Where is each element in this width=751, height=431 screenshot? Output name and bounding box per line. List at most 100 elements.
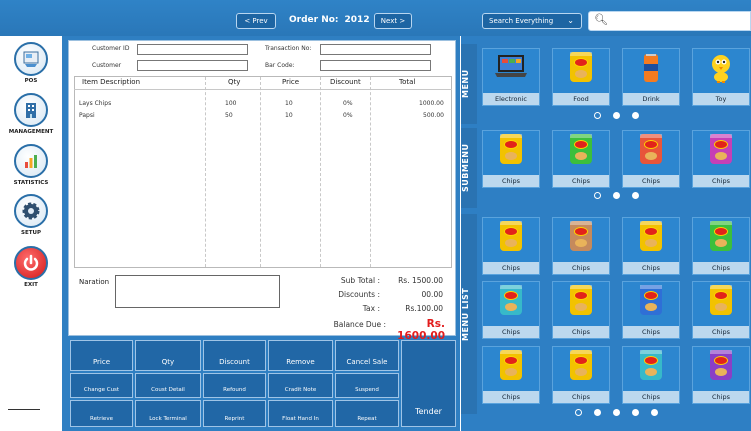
menu-list-tile[interactable]: Chips — [482, 281, 540, 339]
menu-tile-label: Drink — [623, 93, 679, 105]
remove-button[interactable]: Remove — [268, 340, 333, 371]
sidebar-item-statistics[interactable]: STATISTICS — [0, 144, 62, 186]
credit-note-button[interactable]: Cradit Note — [268, 373, 333, 398]
top-bar: < Prev Order No: 2012 Next > Search Every… — [0, 0, 751, 36]
submenu-tile-label: Chips — [553, 175, 609, 187]
toy-bird-icon — [706, 52, 736, 86]
menu-list-tile-label: Chips — [693, 326, 749, 338]
header-price: Price — [282, 78, 300, 86]
sidebar-item-label: STATISTICS — [13, 180, 49, 186]
pager-dot[interactable] — [594, 112, 601, 119]
search-scope-select[interactable]: Search Everything ⌄ — [482, 13, 582, 29]
lock-terminal-button[interactable]: Lock Terminal — [135, 400, 201, 427]
menu-list-tile[interactable]: Chips — [482, 217, 540, 275]
retrieve-button[interactable]: Retrieve — [70, 400, 133, 427]
menu-list-tile-label: Chips — [553, 262, 609, 274]
menu-list-tile[interactable]: Chips — [692, 346, 750, 404]
submenu-tile[interactable]: Chips — [552, 130, 610, 188]
menu-list-tile[interactable]: Chips — [552, 281, 610, 339]
search-input[interactable]: 🔍︎ — [588, 11, 751, 31]
menu-section-tag: MENU — [461, 44, 477, 124]
menu-list-tile[interactable]: Chips — [692, 281, 750, 339]
coust-detail-button[interactable]: Coust Detail — [135, 373, 201, 398]
pager-dot[interactable] — [613, 112, 620, 119]
sidebar-item-exit[interactable]: EXIT — [0, 246, 62, 288]
item-total: 1000.00 — [419, 100, 444, 107]
menu-list-tile-label: Chips — [623, 391, 679, 403]
menu-list-tile-label: Chips — [483, 326, 539, 338]
change-cust-button[interactable]: Change Cust — [70, 373, 133, 398]
chips-bag-icon — [500, 134, 522, 164]
pager-dot[interactable] — [613, 192, 620, 199]
price-button[interactable]: Price — [70, 340, 133, 371]
tax-value: Rs.100.00 — [405, 304, 443, 313]
customer-field[interactable] — [137, 60, 248, 71]
item-price: 10 — [285, 112, 293, 119]
float-hand-in-button[interactable]: Float Hand In — [268, 400, 333, 427]
pager-dot[interactable] — [594, 409, 601, 416]
chips-bag-icon — [710, 285, 732, 315]
pager-dot[interactable] — [651, 409, 658, 416]
building-icon — [14, 93, 48, 127]
submenu-tile[interactable]: Chips — [482, 130, 540, 188]
submenu-tile-label: Chips — [483, 175, 539, 187]
barcode-field[interactable] — [320, 60, 431, 71]
transaction-field[interactable] — [320, 44, 431, 55]
menu-tile-drink[interactable]: Drink — [622, 48, 680, 106]
menu-tile-electronic[interactable]: Electronic — [482, 48, 540, 106]
item-price: 10 — [285, 100, 293, 107]
suspend-button[interactable]: Suspend — [335, 373, 399, 398]
menu-list-tile-label: Chips — [553, 391, 609, 403]
submenu-tile[interactable]: Chips — [622, 130, 680, 188]
chevron-down-icon: ⌄ — [567, 16, 574, 25]
sidebar-item-setup[interactable]: SETUP — [0, 194, 62, 236]
chips-bag-icon — [710, 350, 732, 380]
column-divider — [320, 77, 321, 267]
item-total: 500.00 — [423, 112, 444, 119]
bar-chart-icon — [14, 144, 48, 178]
discount-button[interactable]: Discount — [203, 340, 266, 371]
pager-dot[interactable] — [632, 112, 639, 119]
pager-dot[interactable] — [632, 192, 639, 199]
pager-dot[interactable] — [575, 409, 582, 416]
item-description: Lays Chips — [79, 100, 112, 107]
cancel-sale-button[interactable]: Cancel Sale — [335, 340, 399, 371]
menu-list-tile[interactable]: Chips — [692, 217, 750, 275]
submenu-tile[interactable]: Chips — [692, 130, 750, 188]
menu-list-tile[interactable]: Chips — [622, 217, 680, 275]
pager-dot[interactable] — [632, 409, 639, 416]
customer-id-field[interactable] — [137, 44, 248, 55]
refound-button[interactable]: Refound — [203, 373, 266, 398]
chips-bag-icon — [570, 134, 592, 164]
menu-list-tile-label: Chips — [483, 262, 539, 274]
menu-list-tile[interactable]: Chips — [622, 346, 680, 404]
menu-list-tile[interactable]: Chips — [552, 217, 610, 275]
naration-field[interactable] — [115, 275, 280, 308]
menu-tile-food[interactable]: Food — [552, 48, 610, 106]
chips-bag-icon — [640, 350, 662, 380]
next-order-button[interactable]: Next > — [374, 13, 412, 29]
chips-bag-icon — [570, 285, 592, 315]
sidebar-item-label: SETUP — [21, 230, 41, 236]
sidebar-item-pos[interactable]: POS — [0, 42, 62, 84]
sidebar-item-management[interactable]: MANAGEMENT — [0, 93, 62, 135]
menu-tile-toy[interactable]: Toy — [692, 48, 750, 106]
naration-label: Naration — [79, 278, 110, 286]
customer-label: Customer — [92, 62, 122, 69]
repeat-button[interactable]: Repeat — [335, 400, 399, 427]
tender-button[interactable]: Tender — [401, 340, 456, 427]
pager-dot[interactable] — [594, 192, 601, 199]
submenu-section-tag: SUBMENU — [461, 128, 477, 208]
menu-list-tile[interactable]: Chips — [622, 281, 680, 339]
menu-list-tile[interactable]: Chips — [552, 346, 610, 404]
pager-dot[interactable] — [613, 409, 620, 416]
prev-order-button[interactable]: < Prev — [236, 13, 276, 29]
qty-button[interactable]: Qty — [135, 340, 201, 371]
header-qty: Qty — [228, 78, 241, 86]
menu-list-tile[interactable]: Chips — [482, 346, 540, 404]
submenu-tile-label: Chips — [623, 175, 679, 187]
menu-list-pager — [575, 409, 658, 416]
chips-bag-icon — [710, 221, 732, 251]
sidebar-item-label: EXIT — [24, 282, 38, 288]
reprint-button[interactable]: Reprint — [203, 400, 266, 427]
